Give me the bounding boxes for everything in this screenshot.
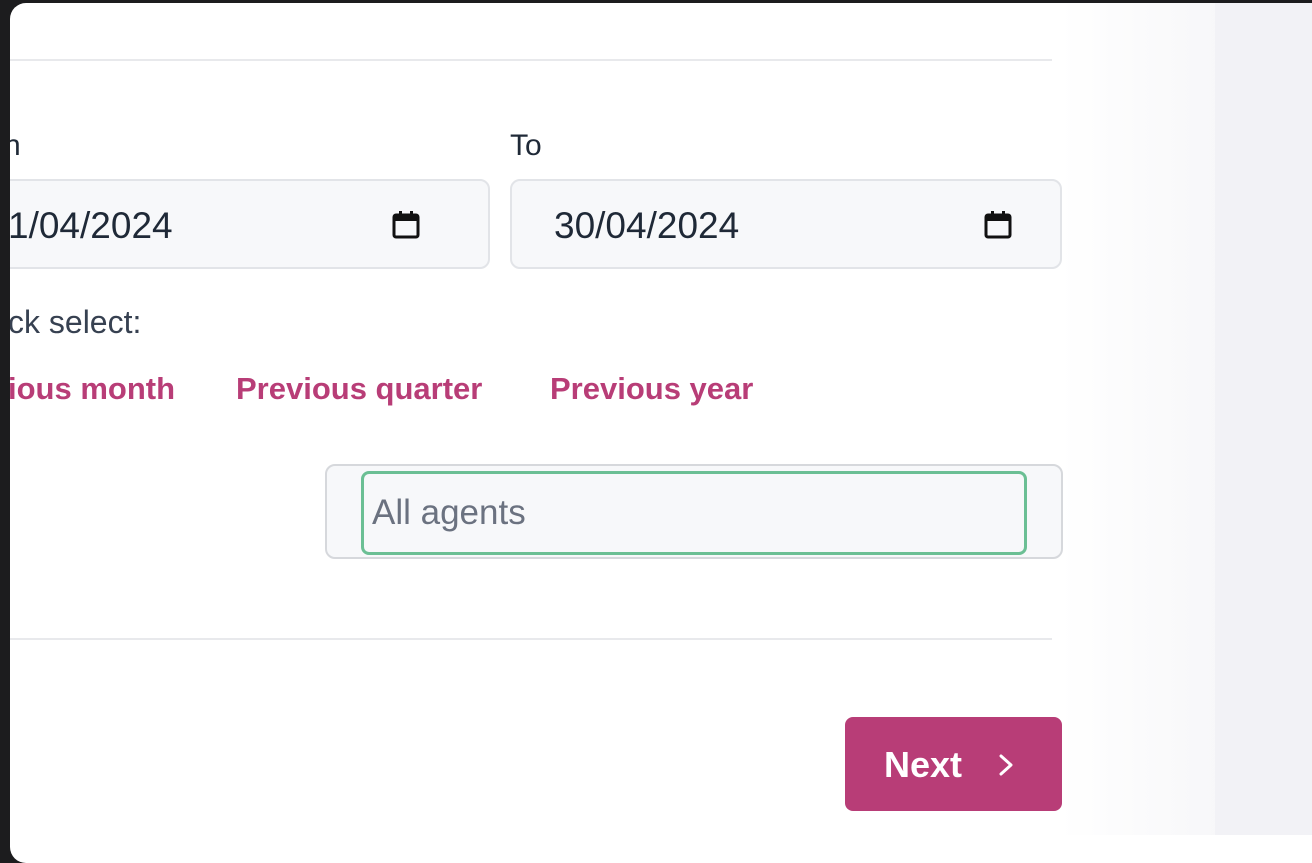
to-date-value: 30/04/2024 bbox=[554, 205, 740, 246]
quick-link-previous-quarter[interactable]: Previous quarter bbox=[236, 371, 482, 407]
chevron-right-icon bbox=[999, 754, 1013, 776]
to-date-field[interactable]: 30/04/2024 bbox=[510, 179, 1062, 269]
from-date-value: 1/04/2024 bbox=[10, 205, 173, 246]
footer-divider bbox=[10, 638, 1052, 640]
calendar-icon[interactable] bbox=[984, 211, 1012, 239]
modal-dialog: n 1/04/2024 To 30/04/2024 ck select: iou… bbox=[10, 3, 1312, 863]
from-label: n bbox=[10, 129, 21, 162]
panel-fade bbox=[1060, 3, 1220, 835]
quick-link-previous-year[interactable]: Previous year bbox=[550, 371, 753, 407]
top-divider bbox=[10, 59, 1052, 61]
next-button[interactable]: Next bbox=[845, 717, 1062, 811]
from-date-field[interactable]: 1/04/2024 bbox=[10, 179, 490, 269]
agents-select[interactable] bbox=[325, 464, 1063, 559]
calendar-icon[interactable] bbox=[392, 211, 420, 239]
side-panel bbox=[1215, 3, 1312, 835]
to-label: To bbox=[510, 129, 542, 162]
next-button-label: Next bbox=[884, 744, 963, 785]
agents-search-input[interactable] bbox=[361, 471, 1027, 555]
quick-select-label: ck select: bbox=[10, 304, 142, 340]
quick-link-previous-month[interactable]: ious month bbox=[10, 371, 175, 407]
